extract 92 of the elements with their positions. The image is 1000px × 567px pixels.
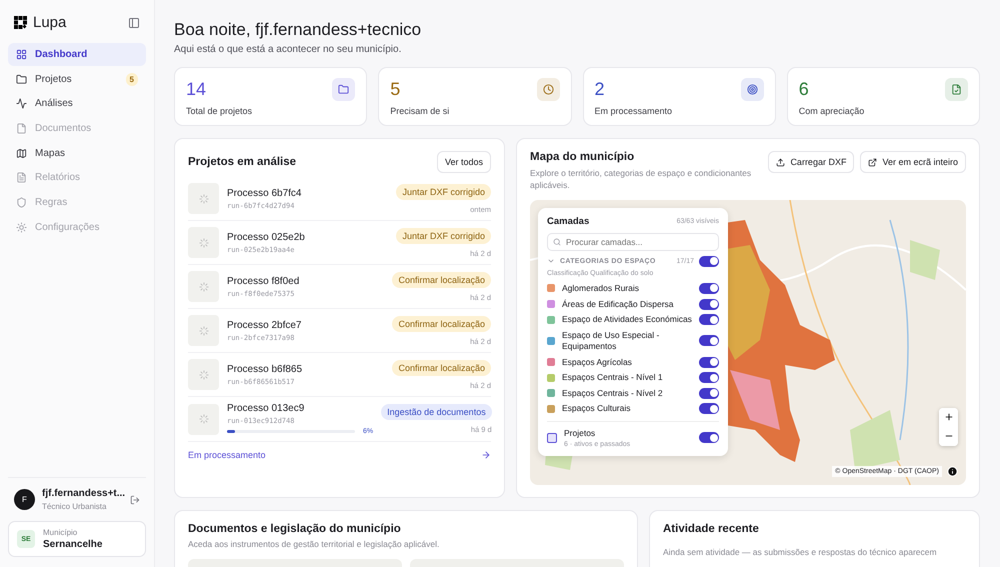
stat-label: Precisam de si (390, 106, 450, 116)
shield-icon (16, 197, 27, 208)
panel-title: Documentos e legislação do município (188, 522, 402, 535)
layer-toggle[interactable] (699, 372, 719, 384)
processing-link[interactable]: Em processamento (188, 450, 266, 460)
panel-subtitle: Explore o território, categorias de espaço e condicionantes aplicáveis. (530, 167, 752, 192)
layer-label: Áreas de Edificação Dispersa (562, 298, 675, 310)
pulse-icon (16, 98, 27, 110)
layer-toggle[interactable] (699, 356, 719, 368)
status-badge: Juntar DXF corrigido (396, 228, 491, 244)
layer-label: Espaços Culturais (562, 403, 632, 414)
status-badge: Confirmar localização (392, 360, 491, 376)
user-name: fjf.fernandess+t... (42, 488, 123, 499)
status-badge: Ingestão de documentos (381, 404, 492, 420)
project-name[interactable]: Processo f8f0ed (227, 276, 384, 286)
layer-label: Espaços Agrícolas (562, 356, 633, 368)
brand-name: Lupa (33, 14, 66, 31)
projects-layer-icon (547, 432, 557, 443)
document-icon (16, 123, 27, 134)
zoom-in-button[interactable] (939, 408, 958, 427)
nav-item[interactable]: Análises (8, 92, 146, 116)
page-subtitle: Aqui está o que está a acontecer no seu município. (174, 44, 402, 55)
layer-label: Projetos (564, 428, 596, 439)
grid-icon (16, 49, 27, 60)
logo-icon (14, 16, 27, 29)
layer-label: Espaços Centrais - Nível 1 (562, 372, 664, 384)
spinner-icon (198, 238, 208, 248)
project-name[interactable]: Processo 6b7fc4 (227, 188, 388, 198)
map-icon (16, 148, 27, 159)
settings-icon (16, 222, 27, 233)
stat-value: 5 (390, 78, 402, 100)
project-name[interactable]: Processo b6f865 (227, 364, 384, 374)
nav-item[interactable]: Projetos 5 (8, 68, 146, 91)
municipality-name: Sernancelhe (43, 539, 102, 550)
stat-value: 6 (798, 78, 810, 100)
page-title: Boa noite, fjf.fernandess+tecnico (174, 20, 422, 40)
status-badge: Confirmar localização (392, 272, 491, 288)
project-name[interactable]: Processo 025e2b (227, 232, 388, 242)
layer-search-field[interactable]: Procurar camadas... (547, 232, 719, 251)
sidebar-toggle-icon[interactable] (128, 16, 140, 28)
layer-toggle[interactable] (699, 282, 719, 294)
nav-item[interactable]: Mapas (8, 142, 146, 165)
stat-label: Em processamento (594, 106, 672, 116)
folder-icon (332, 78, 356, 101)
layers-title: Camadas (547, 216, 590, 227)
user-role: Técnico Urbanista (42, 502, 108, 511)
upload-dxf-button[interactable]: Carregar DXF (768, 151, 854, 173)
report-icon (16, 172, 27, 184)
count-badge: 5 (126, 72, 138, 86)
project-name[interactable]: Processo 013ec9 (227, 403, 374, 414)
layer-label: Aglomerados Rurais (562, 282, 640, 294)
spinner-icon (198, 414, 208, 424)
status-badge: Juntar DXF corrigido (396, 184, 491, 200)
municipality-label: Município (43, 528, 78, 537)
fullscreen-button[interactable]: Ver em ecrã inteiro (860, 151, 966, 173)
panel-title: Projetos em análise (188, 156, 296, 168)
layer-toggle[interactable] (699, 388, 719, 399)
stat-value: 14 (186, 78, 208, 100)
group-toggle[interactable] (699, 256, 719, 267)
document-check-icon (945, 78, 968, 101)
empty-activity-text: Ainda sem atividade — as submissões e respostas do técnico aparecem (663, 546, 938, 557)
clock-icon (536, 78, 560, 101)
layer-toggle[interactable] (699, 298, 719, 310)
upload-icon (776, 158, 786, 166)
project-name[interactable]: Processo 2bfce7 (227, 320, 384, 330)
spinner-icon (198, 194, 208, 204)
folder-icon (16, 74, 27, 85)
external-link-icon (868, 158, 878, 166)
stat-label: Total de projetos (186, 106, 252, 116)
layer-label: Espaços Centrais - Nível 2 (562, 388, 664, 399)
layer-label: Espaço de Atividades Económicas (562, 314, 692, 326)
plus-icon (944, 412, 954, 422)
panel-title: Mapa do município (530, 151, 636, 163)
layer-toggle[interactable] (699, 403, 719, 414)
arrow-right-icon[interactable] (481, 450, 491, 460)
layer-toggle[interactable] (699, 314, 719, 326)
stat-value: 2 (594, 78, 606, 100)
panel-title: Atividade recente (663, 522, 760, 535)
target-icon (740, 78, 764, 101)
spinner-icon (198, 282, 208, 292)
spinner-icon (198, 326, 208, 336)
panel-subtitle: Aceda aos instrumentos de gestão territorial e legislação aplicável. (188, 538, 440, 549)
stat-label: Com apreciação (798, 106, 864, 116)
spinner-icon (198, 370, 208, 380)
nav-item[interactable]: Dashboard (8, 43, 146, 66)
layer-toggle[interactable] (699, 335, 719, 346)
status-badge: Confirmar localização (392, 316, 491, 332)
view-all-button[interactable]: Ver todos (436, 151, 491, 173)
user-avatar: F (14, 489, 35, 510)
logout-icon[interactable] (130, 494, 140, 504)
layer-label: Espaço de Uso Especial - Equipamentos (562, 330, 660, 352)
layer-toggle[interactable] (699, 432, 719, 444)
